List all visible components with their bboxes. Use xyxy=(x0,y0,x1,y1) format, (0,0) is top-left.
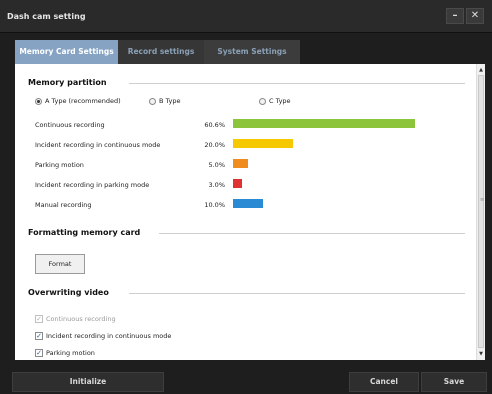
title-bar: Dash cam setting – ✕ xyxy=(0,0,492,33)
footer-bar: Initialize Cancel Save xyxy=(0,366,492,394)
partition-row-percent: 20.0% xyxy=(204,141,225,149)
checkmark-icon: ✓ xyxy=(35,332,43,340)
radio-a-type[interactable]: A Type (recommended) xyxy=(35,96,121,106)
minimize-icon: – xyxy=(452,10,458,21)
memory-partition-heading: Memory partition xyxy=(28,78,107,87)
initialize-button[interactable]: Initialize xyxy=(12,372,164,392)
checkbox-label: Incident recording in continuous mode xyxy=(46,332,172,340)
partition-row-label: Incident recording in continuous mode xyxy=(35,141,161,149)
partition-row-percent: 10.0% xyxy=(204,201,225,209)
checkbox-label: Continuous recording xyxy=(46,315,116,323)
partition-bar xyxy=(233,199,263,208)
checkmark-icon: ✓ xyxy=(35,349,43,357)
close-icon: ✕ xyxy=(470,10,480,21)
tab-memory-card-settings[interactable]: Memory Card Settings xyxy=(15,40,118,64)
checkmark-icon: ✓ xyxy=(35,315,43,323)
settings-content: Memory partition A Type (recommended) B … xyxy=(15,64,476,360)
partition-row-percent: 3.0% xyxy=(208,181,225,189)
scroll-thumb[interactable]: ≡ xyxy=(478,75,484,348)
checkbox-parking-motion[interactable]: ✓ Parking motion xyxy=(35,348,95,358)
radio-c-type-label: C Type xyxy=(269,97,291,105)
radio-unselected-icon xyxy=(149,97,156,105)
section-divider xyxy=(129,293,465,294)
partition-row-percent: 5.0% xyxy=(208,161,225,169)
partition-row-label: Parking motion xyxy=(35,161,84,169)
partition-bar xyxy=(233,119,415,128)
partition-row-label: Continuous recording xyxy=(35,121,105,129)
partition-row-percent: 60.6% xyxy=(204,121,225,129)
section-divider xyxy=(129,83,465,84)
checkbox-incident-continuous[interactable]: ✓ Incident recording in continuous mode xyxy=(35,331,171,341)
radio-b-type-label: B Type xyxy=(159,97,181,105)
cancel-button[interactable]: Cancel xyxy=(349,372,419,392)
vertical-scrollbar[interactable]: ▲ ≡ ▼ xyxy=(476,64,485,360)
checkbox-label: Parking motion xyxy=(46,349,95,357)
partition-row-label: Manual recording xyxy=(35,201,92,209)
section-divider xyxy=(159,233,465,234)
radio-selected-icon xyxy=(35,97,42,105)
formatting-heading: Formatting memory card xyxy=(28,228,141,237)
overwriting-heading: Overwriting video xyxy=(28,288,109,297)
radio-unselected-icon xyxy=(259,97,266,105)
scroll-down-icon[interactable]: ▼ xyxy=(477,349,485,359)
partition-bar xyxy=(233,159,248,168)
grip-icon: ≡ xyxy=(480,197,485,203)
minimize-button[interactable]: – xyxy=(446,8,464,24)
window-title: Dash cam setting xyxy=(7,12,86,21)
format-button[interactable]: Format xyxy=(35,254,85,274)
radio-a-type-label: A Type (recommended) xyxy=(45,97,121,105)
partition-bar xyxy=(233,179,242,188)
tab-system-settings[interactable]: System Settings xyxy=(204,40,300,64)
radio-b-type[interactable]: B Type xyxy=(149,96,180,106)
close-button[interactable]: ✕ xyxy=(466,8,484,24)
tab-record-settings[interactable]: Record settings xyxy=(118,40,204,64)
settings-panel: Memory partition A Type (recommended) B … xyxy=(15,64,485,360)
checkbox-continuous-recording[interactable]: ✓ Continuous recording xyxy=(35,314,116,324)
save-button[interactable]: Save xyxy=(421,372,487,392)
scroll-up-icon[interactable]: ▲ xyxy=(477,65,485,75)
radio-c-type[interactable]: C Type xyxy=(259,96,291,106)
partition-row-label: Incident recording in parking mode xyxy=(35,181,150,189)
partition-bar xyxy=(233,139,293,148)
